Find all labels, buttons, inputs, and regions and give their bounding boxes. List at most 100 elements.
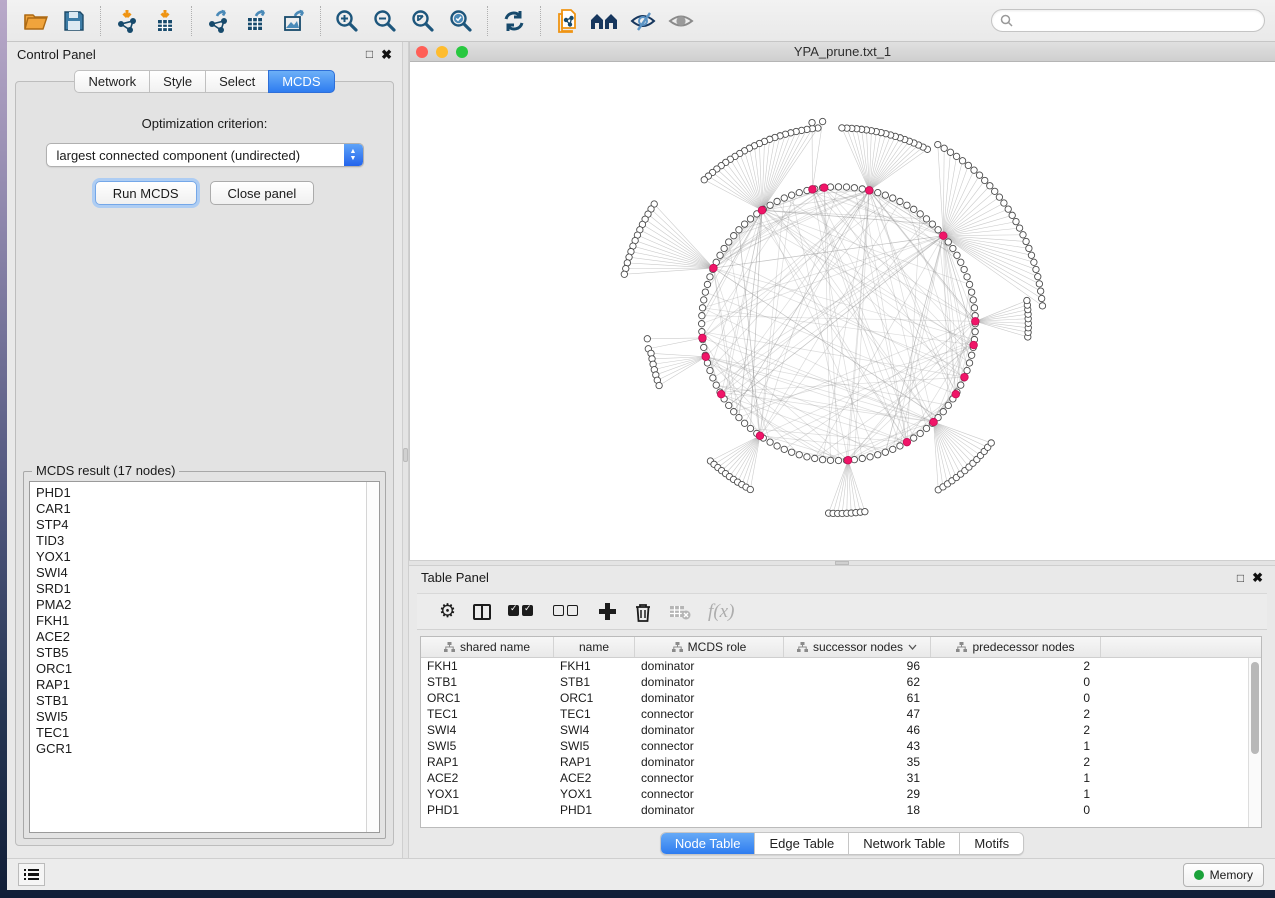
tab-network[interactable]: Network <box>74 70 149 93</box>
cell-name[interactable]: ACE2 <box>554 770 635 786</box>
mcds-result-item[interactable]: SRD1 <box>36 581 379 597</box>
new-network-from-selection-button[interactable] <box>548 4 586 38</box>
delete-column-button[interactable] <box>634 600 652 624</box>
mcds-result-item[interactable]: PHD1 <box>36 485 379 501</box>
select-all-button[interactable] <box>508 600 536 624</box>
memory-button[interactable]: Memory <box>1183 863 1264 887</box>
cell-MCDS-role[interactable]: dominator <box>635 754 784 770</box>
search-box[interactable] <box>991 9 1265 32</box>
cell-name[interactable]: ORC1 <box>554 690 635 706</box>
mcds-result-item[interactable]: STP4 <box>36 517 379 533</box>
mcds-result-item[interactable]: ORC1 <box>36 661 379 677</box>
table-row[interactable]: FKH1FKH1dominator962 <box>421 658 1261 674</box>
mcds-result-item[interactable]: SWI5 <box>36 709 379 725</box>
first-neighbors-button[interactable] <box>586 4 624 38</box>
cell-shared-name[interactable]: RAP1 <box>421 754 554 770</box>
cell-successor-nodes[interactable]: 35 <box>784 754 931 770</box>
cell-successor-nodes[interactable]: 43 <box>784 738 931 754</box>
cell-MCDS-role[interactable]: dominator <box>635 690 784 706</box>
cell-successor-nodes[interactable]: 47 <box>784 706 931 722</box>
tab-select[interactable]: Select <box>205 70 268 93</box>
import-table-button[interactable] <box>146 4 184 38</box>
deselect-all-button[interactable] <box>553 600 581 624</box>
minimize-window-icon[interactable] <box>436 46 448 58</box>
mcds-result-item[interactable]: ACE2 <box>36 629 379 645</box>
network-graph[interactable] <box>410 62 1275 559</box>
cell-name[interactable]: SWI4 <box>554 722 635 738</box>
cell-MCDS-role[interactable]: dominator <box>635 722 784 738</box>
cell-predecessor-nodes[interactable]: 2 <box>931 706 1101 722</box>
close-window-icon[interactable] <box>416 46 428 58</box>
cell-successor-nodes[interactable]: 31 <box>784 770 931 786</box>
import-network-button[interactable] <box>108 4 146 38</box>
cell-predecessor-nodes[interactable]: 2 <box>931 754 1101 770</box>
cell-successor-nodes[interactable]: 46 <box>784 722 931 738</box>
cell-predecessor-nodes[interactable]: 2 <box>931 658 1101 674</box>
cell-name[interactable]: YOX1 <box>554 786 635 802</box>
cell-MCDS-role[interactable]: connector <box>635 706 784 722</box>
cell-predecessor-nodes[interactable]: 0 <box>931 674 1101 690</box>
criterion-dropdown[interactable]: largest connected component (undirected)… <box>46 143 364 167</box>
table-scrollbar[interactable] <box>1248 658 1261 827</box>
zoom-in-button[interactable] <box>328 4 366 38</box>
hide-selected-button[interactable] <box>624 4 662 38</box>
column-header-name[interactable]: name <box>554 637 635 657</box>
cell-shared-name[interactable]: ORC1 <box>421 690 554 706</box>
zoom-fit-button[interactable] <box>404 4 442 38</box>
cell-MCDS-role[interactable]: connector <box>635 738 784 754</box>
mcds-result-item[interactable]: TID3 <box>36 533 379 549</box>
export-table-button[interactable] <box>237 4 275 38</box>
cell-MCDS-role[interactable]: dominator <box>635 674 784 690</box>
tab-style[interactable]: Style <box>149 70 205 93</box>
network-canvas[interactable] <box>410 62 1275 560</box>
mcds-result-list[interactable]: PHD1CAR1STP4TID3YOX1SWI4SRD1PMA2FKH1ACE2… <box>29 481 380 833</box>
mcds-result-item[interactable]: TEC1 <box>36 725 379 741</box>
scrollbar-thumb[interactable] <box>1251 662 1259 754</box>
float-panel-icon[interactable]: □ <box>1237 572 1244 584</box>
cell-MCDS-role[interactable]: connector <box>635 770 784 786</box>
open-file-button[interactable] <box>17 4 55 38</box>
tab-mcds[interactable]: MCDS <box>268 70 334 93</box>
column-header-predecessor-nodes[interactable]: predecessor nodes <box>931 637 1101 657</box>
cell-predecessor-nodes[interactable]: 1 <box>931 738 1101 754</box>
cell-MCDS-role[interactable]: dominator <box>635 658 784 674</box>
table-row[interactable]: YOX1YOX1connector291 <box>421 786 1261 802</box>
tab-edge-table[interactable]: Edge Table <box>755 833 849 854</box>
mcds-result-item[interactable]: PMA2 <box>36 597 379 613</box>
cell-shared-name[interactable]: SWI5 <box>421 738 554 754</box>
search-input[interactable] <box>1018 14 1256 28</box>
add-column-button[interactable] <box>598 600 617 624</box>
maximize-window-icon[interactable] <box>456 46 468 58</box>
table-row[interactable]: TEC1TEC1connector472 <box>421 706 1261 722</box>
run-mcds-button[interactable]: Run MCDS <box>95 181 197 205</box>
cell-successor-nodes[interactable]: 61 <box>784 690 931 706</box>
cell-MCDS-role[interactable]: connector <box>635 786 784 802</box>
mcds-list-scrollbar[interactable] <box>366 482 379 832</box>
column-header-shared-name[interactable]: shared name <box>421 637 554 657</box>
cell-name[interactable]: PHD1 <box>554 802 635 818</box>
cell-shared-name[interactable]: TEC1 <box>421 706 554 722</box>
mcds-result-item[interactable]: CAR1 <box>36 501 379 517</box>
cell-name[interactable]: RAP1 <box>554 754 635 770</box>
cell-shared-name[interactable]: YOX1 <box>421 786 554 802</box>
vertical-splitter[interactable] <box>402 42 409 858</box>
cell-predecessor-nodes[interactable]: 2 <box>931 722 1101 738</box>
table-row[interactable]: STB1STB1dominator620 <box>421 674 1261 690</box>
horizontal-splitter[interactable] <box>409 560 1275 566</box>
table-row[interactable]: SWI5SWI5connector431 <box>421 738 1261 754</box>
close-panel-icon[interactable]: ✖ <box>381 48 392 61</box>
mcds-result-item[interactable]: FKH1 <box>36 613 379 629</box>
mcds-result-item[interactable]: RAP1 <box>36 677 379 693</box>
zoom-out-button[interactable] <box>366 4 404 38</box>
table-row[interactable]: SWI4SWI4dominator462 <box>421 722 1261 738</box>
tab-motifs[interactable]: Motifs <box>960 833 1023 854</box>
cell-predecessor-nodes[interactable]: 1 <box>931 786 1101 802</box>
table-row[interactable]: ORC1ORC1dominator610 <box>421 690 1261 706</box>
refresh-layout-button[interactable] <box>495 4 533 38</box>
float-panel-icon[interactable]: □ <box>366 48 373 60</box>
cell-successor-nodes[interactable]: 18 <box>784 802 931 818</box>
export-network-button[interactable] <box>199 4 237 38</box>
save-session-button[interactable] <box>55 4 93 38</box>
cell-shared-name[interactable]: SWI4 <box>421 722 554 738</box>
column-selector-button[interactable] <box>473 600 491 624</box>
